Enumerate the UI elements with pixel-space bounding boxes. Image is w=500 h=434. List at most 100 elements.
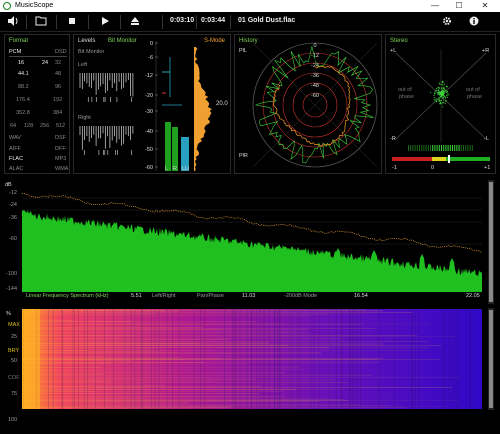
history-ring-label: -60 bbox=[311, 93, 319, 99]
type-dsf: DSF bbox=[55, 135, 66, 141]
toolbar-separator bbox=[56, 15, 57, 29]
correlation-mid-bar bbox=[432, 157, 446, 161]
correlation-indicator bbox=[448, 155, 450, 163]
format-dsd: DSD bbox=[55, 49, 67, 55]
meter-scale-tick: -50 bbox=[145, 147, 153, 153]
stereo-panel: Stereo +L +R -R -L out of phase out of p… bbox=[385, 34, 496, 174]
meter-scale-tick: -20 bbox=[145, 93, 153, 99]
spectrum-panel: dB -12 -24 -36 -60 -100 -144 Linear Freq… bbox=[4, 178, 488, 304]
type-aiff: AIFF bbox=[9, 146, 21, 152]
spectrum-scroll-thumb[interactable] bbox=[489, 182, 493, 302]
toolbar-separator bbox=[230, 15, 231, 29]
toolbar-separator bbox=[120, 15, 121, 29]
history-pr-label: PlR bbox=[239, 153, 248, 159]
level-bar-right bbox=[172, 127, 178, 171]
levels-panel: Levels Bit Monitor S-Mode Bit Monitor Le… bbox=[73, 34, 231, 174]
y-tick-minus-36: -36 bbox=[9, 215, 17, 221]
rate-192: 192 bbox=[53, 97, 63, 103]
mode-200db[interactable]: -200dB Mode bbox=[284, 293, 317, 299]
mode-pan-phase[interactable]: Pan/Phase bbox=[197, 293, 224, 299]
dsd-64: 64 bbox=[10, 123, 17, 129]
spectrogram-scroll-thumb[interactable] bbox=[489, 310, 493, 408]
levels-title: Levels bbox=[78, 38, 96, 44]
info-icon[interactable] bbox=[467, 16, 481, 28]
window-title: MusicScope bbox=[15, 2, 54, 9]
correlation-negative-bar bbox=[392, 157, 432, 161]
meter-scale-tick: -30 bbox=[145, 109, 153, 115]
spec-tick-100: 100 bbox=[8, 417, 18, 423]
settings-gear-icon[interactable] bbox=[440, 16, 454, 28]
stop-icon[interactable] bbox=[65, 16, 79, 28]
eject-icon[interactable] bbox=[128, 16, 142, 28]
y-tick-minus-12: -12 bbox=[9, 190, 17, 196]
meter-scale-tick: -12 bbox=[145, 73, 153, 79]
maximize-button[interactable]: ☐ bbox=[452, 0, 466, 12]
x-tick-16-54: 16.54 bbox=[354, 293, 368, 299]
toolbar-separator bbox=[162, 15, 163, 29]
history-pl-label: PlL bbox=[239, 48, 247, 54]
side-label-cof: COF bbox=[8, 375, 20, 381]
history-panel: History PlL PlR 0 -12 -24 -36 -48 -60 bbox=[234, 34, 382, 174]
correlation-meter bbox=[392, 145, 490, 163]
meter-scale-tick: 0 bbox=[150, 41, 153, 47]
close-button[interactable]: ✕ bbox=[478, 0, 492, 12]
play-icon[interactable] bbox=[98, 16, 112, 28]
elapsed-time: 0:03:10 bbox=[170, 17, 195, 24]
toolbar-separator bbox=[26, 15, 27, 29]
dsd-512: 512 bbox=[56, 123, 66, 129]
level-bar-left bbox=[165, 122, 171, 171]
meter-scale-tick: -6 bbox=[148, 55, 153, 61]
total-time: 0:03:44 bbox=[201, 17, 226, 24]
y-tick-minus-24: -24 bbox=[9, 202, 17, 208]
spectrum-fill bbox=[22, 210, 482, 292]
type-mp3: MP3 bbox=[55, 156, 67, 162]
mode-left-right[interactable]: Left/Right bbox=[152, 293, 176, 299]
meter-scale-tick: -60 bbox=[145, 165, 153, 171]
rate-352-8: 352.8 bbox=[16, 110, 30, 116]
smode-histogram bbox=[194, 47, 212, 171]
type-wav: WAV bbox=[9, 135, 21, 141]
history-ring-label: 0 bbox=[313, 43, 316, 49]
format-panel: Format PCM DSD 16 24 32 44.1 48 88.2 96 … bbox=[4, 34, 70, 174]
bit-24: 24 bbox=[42, 60, 49, 66]
side-label-bry: BRY bbox=[8, 348, 20, 354]
bit-16: 16 bbox=[18, 60, 25, 66]
rate-96: 96 bbox=[55, 84, 62, 90]
dsd-128: 128 bbox=[24, 123, 34, 129]
volume-icon[interactable] bbox=[6, 16, 20, 28]
dsd-256: 256 bbox=[40, 123, 50, 129]
left-bit-grid bbox=[79, 73, 134, 102]
spec-tick-50: 50 bbox=[11, 358, 18, 364]
spectrum-scrollbar[interactable] bbox=[488, 180, 494, 304]
open-folder-icon[interactable] bbox=[34, 16, 48, 28]
format-divider bbox=[9, 56, 67, 57]
bit-monitor-title: Bit Monitor bbox=[108, 38, 137, 44]
spectrum-plot bbox=[22, 193, 482, 292]
type-flac: FLAC bbox=[9, 156, 24, 162]
y-tick-minus-100: -100 bbox=[6, 271, 18, 277]
rate-384: 384 bbox=[53, 110, 63, 116]
rate-44-1: 44.1 bbox=[18, 71, 29, 77]
history-ring-label: -36 bbox=[311, 73, 319, 79]
corr-max-label: +1 bbox=[484, 165, 491, 171]
spectrogram-image bbox=[22, 309, 482, 409]
title-bar: MusicScope — ☐ ✕ bbox=[0, 0, 500, 12]
side-label-max: MAX bbox=[8, 322, 20, 328]
right-channel-label: Right bbox=[78, 115, 91, 121]
right-bit-grid bbox=[79, 126, 134, 155]
corr-mid-label: 0 bbox=[431, 165, 435, 171]
meter-label-r: R bbox=[173, 166, 177, 172]
spectrogram-scrollbar[interactable] bbox=[488, 308, 494, 410]
toolbar-separator bbox=[196, 15, 197, 29]
correlation-positive-bar bbox=[446, 157, 490, 161]
x-tick-11-03: 11.03 bbox=[242, 293, 256, 299]
spec-tick-75: 75 bbox=[11, 391, 18, 397]
bit-32: 32 bbox=[55, 60, 62, 66]
spectrogram-panel: % MAX 25 BRY 50 COF 75 100 bbox=[4, 306, 488, 430]
format-title: Format bbox=[9, 38, 29, 44]
minimize-button[interactable]: — bbox=[428, 0, 442, 12]
db-label: dB bbox=[5, 182, 12, 188]
history-ring-label: -24 bbox=[311, 63, 319, 69]
app-logo-icon bbox=[3, 2, 11, 10]
rate-48: 48 bbox=[55, 71, 62, 77]
